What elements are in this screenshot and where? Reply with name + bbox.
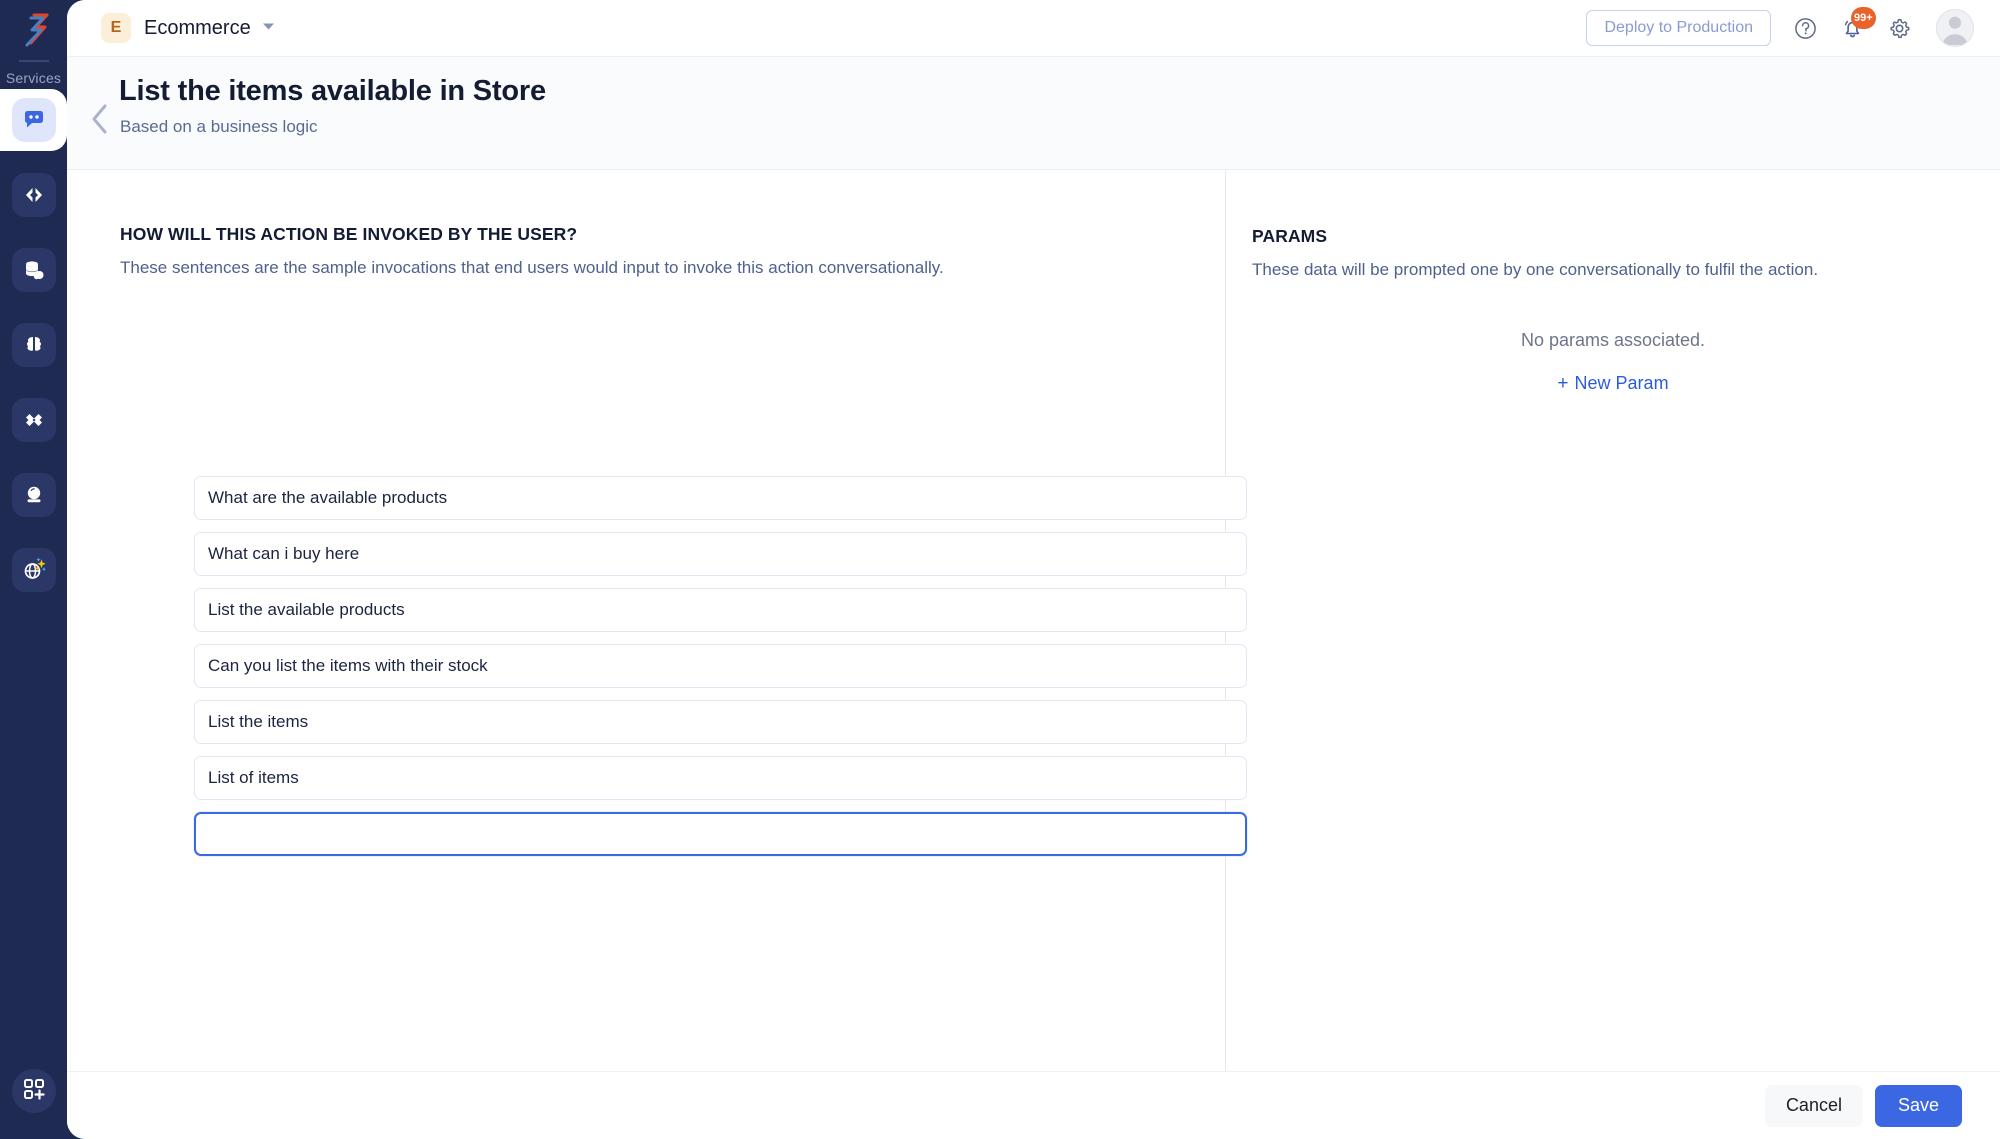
new-param-button[interactable]: + New Param	[1226, 373, 2000, 395]
params-empty-state: No params associated.	[1520, 330, 1706, 350]
code-brackets-icon	[22, 183, 46, 207]
crystal-ball-icon	[22, 483, 46, 507]
deploy-to-production-button[interactable]: Deploy to Production	[1586, 10, 1771, 46]
params-heading: PARAMS	[1252, 226, 1328, 246]
footer-action-bar: Cancel Save	[67, 1071, 2000, 1139]
sidebar-item-code[interactable]	[11, 173, 56, 217]
new-invocation-sentence-input[interactable]	[194, 812, 1247, 856]
brain-icon	[22, 333, 46, 357]
left-nav-rail: Services	[0, 0, 67, 1139]
page-body: HOW WILL THIS ACTION BE INVOKED BY THE U…	[67, 170, 2000, 1071]
rail-divider	[18, 60, 49, 62]
avatar[interactable]	[1936, 9, 1974, 47]
sidebar-item-database[interactable]	[11, 248, 56, 292]
help-circle-icon[interactable]	[1793, 16, 1818, 41]
params-description: These data will be prompted one by one c…	[1252, 260, 1819, 279]
app-switcher[interactable]: E Ecommerce	[101, 13, 275, 43]
page-title: List the items available in Store	[119, 75, 546, 107]
plus-icon: +	[1557, 373, 1569, 394]
notification-count-badge: 99+	[1851, 6, 1876, 29]
page-subtitle: Based on a business logic	[120, 117, 318, 136]
app-badge: E	[101, 13, 131, 43]
invocation-sentence-input[interactable]	[194, 700, 1247, 744]
new-param-label: New Param	[1574, 373, 1669, 393]
sidebar-item-conversations[interactable]	[0, 89, 67, 151]
bell-icon[interactable]: 99+	[1840, 6, 1876, 41]
new-invocation-sentence-row	[194, 812, 1247, 856]
chevron-left-icon[interactable]	[90, 103, 110, 140]
invocation-sentence-input[interactable]	[194, 476, 1247, 520]
invocation-sentence-row	[194, 756, 1247, 800]
infinity-link-icon	[22, 408, 46, 432]
rail-section-label: Services	[5, 70, 62, 86]
database-cloud-icon	[22, 258, 46, 282]
invocation-sentence-row	[194, 588, 1247, 632]
invocations-heading: HOW WILL THIS ACTION BE INVOKED BY THE U…	[120, 224, 578, 244]
sidebar-item-ai-globe[interactable]	[11, 548, 56, 592]
chevron-down-icon[interactable]	[262, 22, 275, 34]
invocation-sentence-list	[194, 476, 1247, 868]
cancel-button[interactable]: Cancel	[1764, 1084, 1863, 1127]
zep-logo-icon[interactable]	[12, 8, 56, 52]
invocation-sentence-input[interactable]	[194, 588, 1247, 632]
app-shell: E Ecommerce Deploy to Production 99+ Lis…	[67, 0, 2000, 1139]
rail-item-list	[0, 89, 67, 623]
invocation-sentence-row	[194, 532, 1247, 576]
page-header: List the items available in Store Based …	[67, 57, 2000, 170]
invocation-sentence-row	[194, 476, 1247, 520]
top-bar-actions: Deploy to Production 99+	[1586, 6, 1974, 47]
invocations-panel: HOW WILL THIS ACTION BE INVOKED BY THE U…	[67, 170, 1247, 1071]
invocation-sentence-input[interactable]	[194, 532, 1247, 576]
globe-sparkle-icon	[20, 556, 48, 584]
sidebar-item-intelligence[interactable]	[11, 323, 56, 367]
sidebar-item-integrations[interactable]	[11, 398, 56, 442]
top-bar: E Ecommerce Deploy to Production 99+	[67, 0, 2000, 57]
sidebar-item-insights[interactable]	[11, 473, 56, 517]
app-name-label: Ecommerce	[144, 16, 251, 39]
gear-icon[interactable]	[1887, 16, 1912, 41]
chat-bubble-icon	[22, 108, 46, 132]
add-apps-button[interactable]	[11, 1069, 56, 1113]
save-button[interactable]: Save	[1874, 1084, 1962, 1127]
invocation-sentence-row	[194, 644, 1247, 688]
invocation-sentence-row	[194, 700, 1247, 744]
avatar-icon	[1942, 16, 1968, 45]
invocation-sentence-input[interactable]	[194, 644, 1247, 688]
invocations-description: These sentences are the sample invocatio…	[120, 258, 944, 277]
params-panel: PARAMS These data will be prompted one b…	[1226, 170, 2000, 1071]
grid-plus-icon	[23, 1078, 45, 1105]
invocation-sentence-input[interactable]	[194, 756, 1247, 800]
